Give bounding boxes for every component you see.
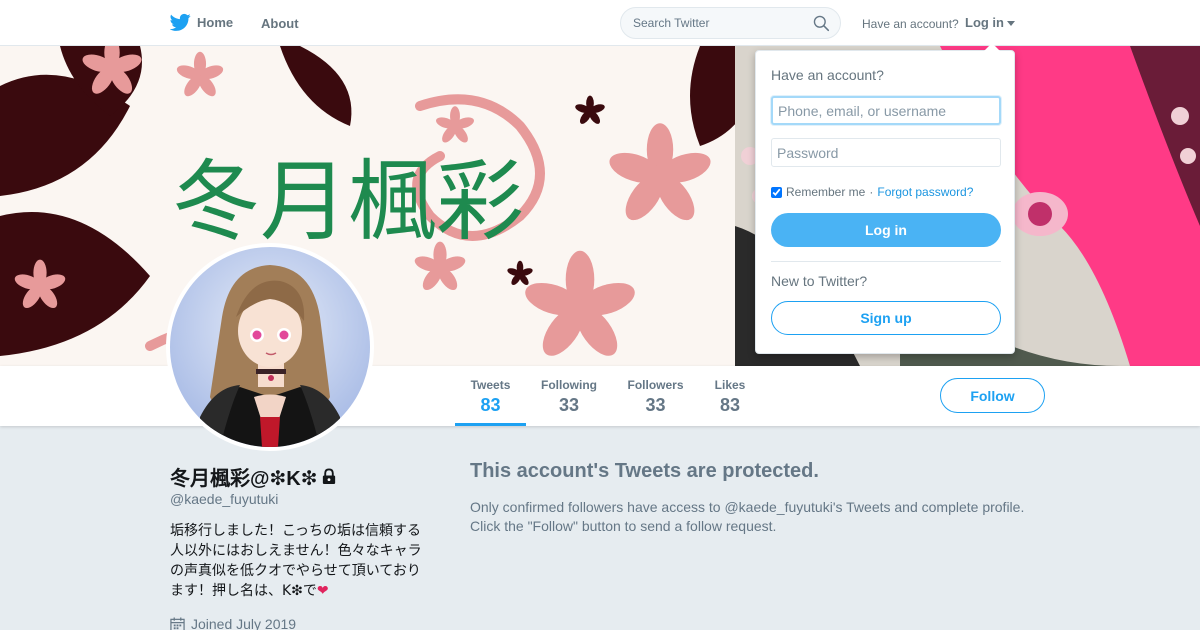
- heart-emoji: ❤: [316, 583, 329, 599]
- login-dropdown-toggle[interactable]: Log in: [965, 15, 1015, 30]
- twitter-bird-icon: [170, 13, 191, 31]
- separator-dot: ·: [869, 185, 874, 199]
- password-input[interactable]: [771, 138, 1001, 167]
- stat-likes[interactable]: Likes 83: [714, 378, 746, 416]
- stat-label: Likes: [714, 378, 746, 392]
- calendar-icon: [170, 616, 185, 630]
- stat-followers[interactable]: Followers 33: [627, 378, 684, 416]
- stat-following[interactable]: Following 33: [541, 378, 597, 416]
- divider: [771, 261, 1001, 262]
- avatar-image: [170, 247, 370, 447]
- new-to-twitter-text: New to Twitter?: [771, 273, 868, 289]
- caret-down-icon: [1007, 21, 1015, 26]
- stat-value: 83: [719, 395, 741, 415]
- profile-handle[interactable]: @kaede_fuyutuki: [170, 491, 278, 507]
- bio-line: 人以外にはおしえません！色々なキャラ: [170, 543, 422, 559]
- stat-label: Following: [541, 378, 597, 392]
- bio-line: 垢移行しました！こっちの垢は信頼する: [170, 523, 422, 539]
- protected-message: Only confirmed followers have access to …: [470, 498, 1060, 536]
- stat-label: Tweets: [470, 378, 511, 392]
- login-dropdown: Have an account? Remember me · Forgot pa…: [755, 43, 1015, 354]
- login-button[interactable]: Log in: [771, 213, 1001, 247]
- forgot-password-link[interactable]: Forgot password?: [877, 185, 973, 199]
- search-box: [620, 7, 841, 39]
- follow-button[interactable]: Follow: [940, 378, 1045, 413]
- profile-name: 冬月楓彩@❇K❇: [170, 462, 337, 491]
- remember-me-label[interactable]: Remember me: [786, 185, 865, 199]
- nav-home-label: Home: [197, 15, 234, 30]
- stat-tweets[interactable]: Tweets 83: [470, 378, 511, 416]
- bio-line-last: ます！押し名は、K❇で❤: [170, 581, 430, 601]
- stat-value: 33: [645, 395, 666, 415]
- protected-title: This account's Tweets are protected.: [470, 460, 819, 482]
- stat-value: 83: [480, 395, 501, 415]
- have-account-text: Have an account?: [862, 17, 959, 31]
- signup-button[interactable]: Sign up: [771, 301, 1001, 335]
- lock-icon: [323, 468, 336, 485]
- remember-row: Remember me · Forgot password?: [771, 185, 973, 199]
- protected-line: Only confirmed followers have access to …: [470, 499, 1025, 515]
- search-icon[interactable]: [813, 15, 830, 32]
- login-heading: Have an account?: [771, 67, 884, 83]
- profile-avatar[interactable]: [166, 243, 374, 451]
- profile-name-text: 冬月楓彩@❇K❇: [170, 468, 318, 490]
- active-tab-indicator: [455, 423, 526, 426]
- stat-label: Followers: [627, 378, 684, 392]
- joined-date: Joined July 2019: [170, 616, 296, 630]
- bio-line: の声真似を低クオでやらせて頂いており: [170, 563, 421, 579]
- top-navigation-bar: Home About Have an account? Log in: [0, 0, 1200, 46]
- username-input[interactable]: [771, 96, 1001, 125]
- login-toggle-label: Log in: [965, 15, 1004, 30]
- nav-home-link[interactable]: Home: [170, 13, 233, 32]
- search-input[interactable]: [633, 15, 803, 31]
- joined-text: Joined July 2019: [191, 616, 297, 630]
- stat-value: 33: [558, 395, 580, 415]
- protected-line: Click the "Follow" button to send a foll…: [470, 518, 777, 534]
- profile-bio: 垢移行しました！こっちの垢は信頼する 人以外にはおしえません！色々なキャラ の声…: [170, 521, 430, 601]
- bio-line: ます！押し名は、K❇で: [170, 583, 317, 599]
- nav-about-link[interactable]: About: [261, 16, 299, 31]
- remember-me-checkbox[interactable]: [771, 186, 782, 198]
- banner-title-text: 冬月楓彩: [172, 150, 524, 253]
